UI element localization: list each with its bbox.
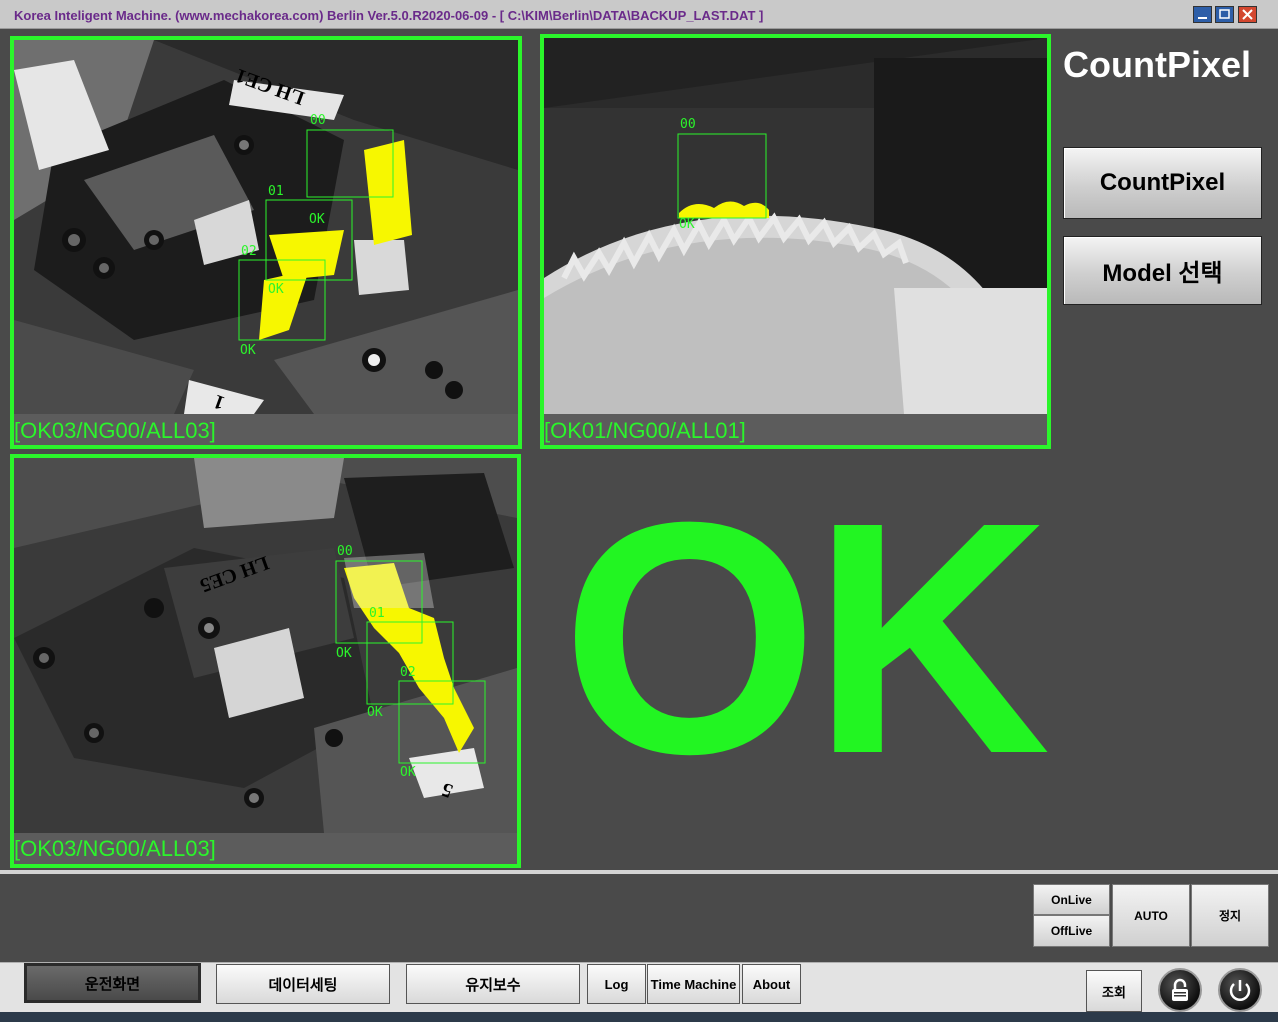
os-taskbar [0, 1012, 1278, 1022]
camera-1-image: 00 01 02 OK OK OK LH CE1 1 [14, 40, 518, 414]
divider [0, 870, 1278, 874]
roi-label: 01 [268, 184, 284, 199]
close-button[interactable] [1238, 6, 1257, 23]
about-button[interactable]: About [742, 964, 801, 1004]
tab-run-screen[interactable]: 운전화면 [24, 963, 201, 1003]
tab-maintenance[interactable]: 유지보수 [406, 964, 580, 1004]
tab-data-setting[interactable]: 데이터세팅 [216, 964, 390, 1004]
stop-button[interactable]: 정지 [1191, 884, 1269, 947]
lock-button[interactable] [1158, 968, 1202, 1012]
roi-label: 02 [241, 244, 257, 259]
minimize-button[interactable] [1193, 6, 1212, 23]
countpixel-button[interactable]: CountPixel [1063, 147, 1262, 219]
online-button[interactable]: OnLive [1033, 884, 1110, 915]
roi-label: 00 [680, 117, 696, 132]
camera-2-status: [OK01/NG00/ALL01] [544, 418, 746, 443]
roi-label: 00 [310, 113, 326, 128]
roi-label: 02 [400, 665, 416, 680]
roi-result: OK [309, 212, 325, 227]
camera-2-image: 00 OK [544, 38, 1047, 414]
roi-result: OK [679, 217, 695, 232]
log-button[interactable]: Log [587, 964, 646, 1004]
camera-3-status: [OK03/NG00/ALL03] [14, 836, 216, 861]
camera-3-image: 00 01 02 OK OK OK LH CE5 5 [14, 458, 517, 833]
camera-view-1[interactable]: 00 01 02 OK OK OK LH CE1 1 [OK03/NG00/AL… [10, 36, 522, 449]
roi-result: OK [367, 705, 383, 720]
model-select-button[interactable]: Model 선택 [1063, 236, 1262, 305]
inspection-result: OK [561, 453, 1051, 822]
time-machine-button[interactable]: Time Machine [647, 964, 740, 1004]
maximize-icon [1219, 9, 1230, 19]
camera-1-status: [OK03/NG00/ALL03] [14, 418, 216, 443]
roi-result: OK [268, 282, 284, 297]
roi-result: OK [336, 646, 352, 661]
roi-result: OK [400, 765, 416, 780]
query-button[interactable]: 조회 [1086, 970, 1142, 1012]
close-icon [1242, 9, 1253, 20]
roi-result: OK [240, 343, 256, 358]
title-bar: Korea Inteligent Machine. (www.mechakore… [0, 0, 1278, 29]
power-button[interactable] [1218, 968, 1262, 1012]
roi-label: 01 [369, 606, 385, 621]
minimize-icon [1198, 17, 1207, 19]
maximize-button[interactable] [1215, 6, 1234, 23]
roi-label: 00 [337, 544, 353, 559]
lock-icon [1172, 978, 1188, 1001]
window-title: Korea Inteligent Machine. (www.mechakore… [14, 8, 764, 23]
offline-button[interactable]: OffLive [1033, 915, 1110, 947]
auto-button[interactable]: AUTO [1112, 884, 1190, 947]
camera-view-2[interactable]: 00 OK [OK01/NG00/ALL01] [540, 34, 1051, 449]
power-icon [1229, 980, 1251, 1001]
camera-view-3[interactable]: 00 01 02 OK OK OK LH CE5 5 [OK03/NG00/AL… [10, 454, 521, 868]
app-title: CountPixel [1063, 44, 1252, 85]
